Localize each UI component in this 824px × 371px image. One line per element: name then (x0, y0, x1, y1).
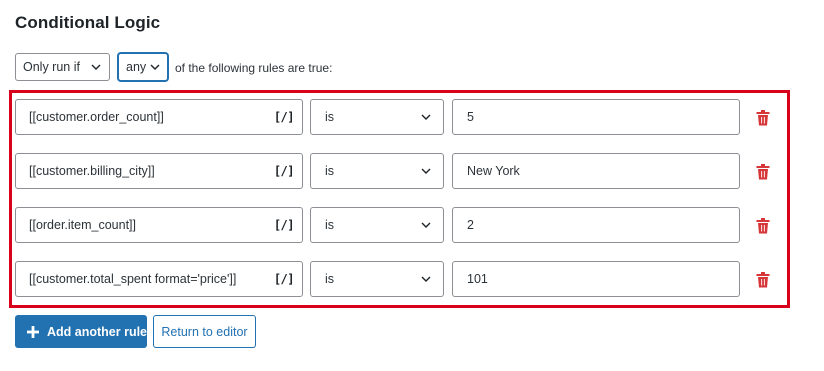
rule-value-input[interactable]: New York (452, 153, 740, 189)
rule-field-input[interactable]: [[customer.total_spent format='price']] … (15, 261, 303, 297)
rule-operator-value: is (325, 110, 335, 124)
rule-field-input[interactable]: [[customer.billing_city]] [/] (15, 153, 303, 189)
add-rule-label: Add another rule (47, 324, 148, 339)
trash-icon[interactable] (756, 218, 770, 234)
chevron-down-icon (91, 64, 101, 70)
rule-field-value: [[order.item_count]] (29, 218, 137, 232)
rule-value-input[interactable]: 2 (452, 207, 740, 243)
match-type-select[interactable]: any (118, 53, 168, 81)
condition-suffix-text: of the following rules are true: (175, 61, 333, 75)
rule-operator-select[interactable]: is (310, 207, 444, 243)
trash-icon[interactable] (756, 164, 770, 180)
merge-tag-button[interactable]: [/] (274, 272, 295, 286)
chevron-down-icon (421, 168, 431, 174)
merge-tag-button[interactable]: [/] (274, 110, 295, 124)
match-type-value: any (126, 60, 147, 74)
rule-value-text: 2 (467, 218, 474, 232)
rule-value-text: New York (467, 164, 520, 178)
rule-value-input[interactable]: 5 (452, 99, 740, 135)
rule-value-text: 5 (467, 110, 474, 124)
merge-tag-button[interactable]: [/] (274, 164, 295, 178)
rule-field-value: [[customer.total_spent format='price']] (29, 272, 237, 286)
return-to-editor-label: Return to editor (161, 324, 248, 339)
rule-value-input[interactable]: 101 (452, 261, 740, 297)
chevron-down-icon (150, 64, 160, 70)
rule-operator-select[interactable]: is (310, 153, 444, 189)
rule-operator-value: is (325, 218, 335, 232)
rule-value-text: 101 (467, 272, 488, 286)
rule-field-input[interactable]: [[order.item_count]] [/] (15, 207, 303, 243)
return-to-editor-button[interactable]: Return to editor (153, 315, 256, 348)
chevron-down-icon (421, 276, 431, 282)
run-mode-value: Only run if (23, 60, 80, 74)
trash-icon[interactable] (756, 272, 770, 288)
rule-operator-value: is (325, 164, 335, 178)
rule-operator-select[interactable]: is (310, 261, 444, 297)
conditional-logic-panel: Conditional Logic Only run if any of the… (0, 0, 824, 371)
rule-field-input[interactable]: [[customer.order_count]] [/] (15, 99, 303, 135)
page-title: Conditional Logic (15, 13, 161, 32)
trash-icon[interactable] (756, 110, 770, 126)
chevron-down-icon (421, 114, 431, 120)
merge-tag-button[interactable]: [/] (274, 218, 295, 232)
rule-field-value: [[customer.billing_city]] (29, 164, 155, 178)
plus-icon (27, 325, 39, 338)
rule-operator-select[interactable]: is (310, 99, 444, 135)
add-rule-button[interactable]: Add another rule (15, 315, 147, 348)
chevron-down-icon (421, 222, 431, 228)
rule-field-value: [[customer.order_count]] (29, 110, 164, 124)
rule-operator-value: is (325, 272, 335, 286)
run-mode-select[interactable]: Only run if (15, 53, 110, 81)
